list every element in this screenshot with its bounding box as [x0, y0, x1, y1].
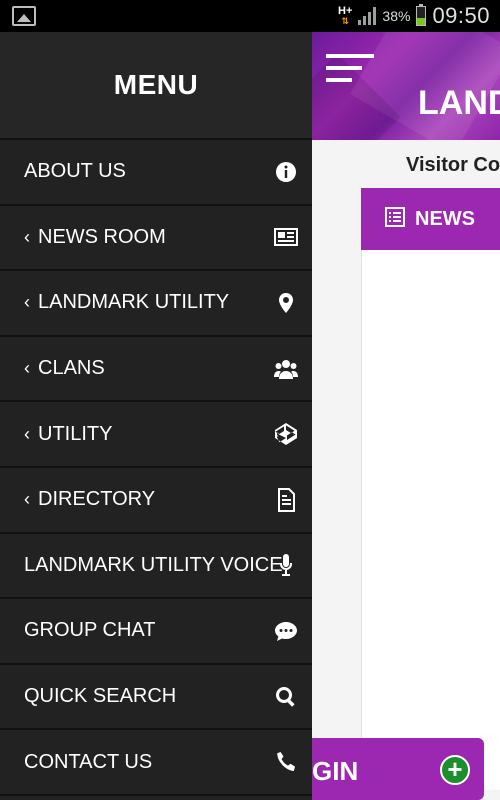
map-marker-icon [274, 291, 298, 315]
menu-item-label: CONTACT US [24, 750, 153, 773]
network-type-indicator: H+ ⇅ [338, 6, 352, 27]
chevron-left-icon: ‹ [24, 489, 30, 510]
status-bar: H+ ⇅ 38% 09:50 [0, 0, 500, 32]
menu-item-news-room[interactable]: ‹ NEWS ROOM [0, 206, 312, 272]
menu-item-about-us[interactable]: ABOUT US [0, 140, 312, 206]
status-bar-right: H+ ⇅ 38% 09:50 [338, 0, 490, 32]
signal-strength-icon [358, 7, 377, 25]
microphone-icon [274, 553, 298, 577]
menu-item-label: DIRECTORY [38, 488, 156, 511]
menu-item-label: NEWS ROOM [38, 225, 166, 248]
battery-icon [416, 4, 427, 26]
menu-item-landmark-utility-voice[interactable]: LANDMARK UTILITY VOICE [0, 534, 312, 600]
login-button[interactable]: GIN + [312, 738, 484, 800]
menu-list: ABOUT US ‹ NEWS ROOM ‹ LANDMARK UTILITY ‹ CLAN… [0, 140, 312, 796]
menu-item-label: UTILITY [38, 422, 113, 445]
app-header: LAND [312, 32, 500, 140]
phone-icon [274, 750, 298, 774]
gallery-notification-icon [12, 6, 36, 26]
chevron-left-icon: ‹ [24, 423, 30, 444]
drawer-title: MENU [113, 69, 199, 100]
chevron-left-icon: ‹ [24, 292, 30, 313]
menu-item-label: GROUP CHAT [24, 619, 156, 642]
search-icon [274, 685, 298, 709]
news-tab-label: NEWS [415, 207, 475, 230]
login-button-label: GIN [312, 756, 359, 786]
navigation-drawer: MENU ABOUT US ‹ NEWS ROOM ‹ LANDMARK UTILITY… [0, 32, 312, 800]
menu-item-group-chat[interactable]: GROUP CHAT [0, 599, 312, 665]
chevron-left-icon: ‹ [24, 226, 30, 247]
data-transfer-icon: ⇅ [341, 16, 349, 26]
visitor-count-label: Visitor Co [406, 154, 500, 176]
menu-item-directory[interactable]: ‹ DIRECTORY [0, 468, 312, 534]
hamburger-menu-icon[interactable] [326, 54, 374, 86]
menu-item-label: LANDMARK UTILITY [38, 291, 230, 314]
menu-item-utility[interactable]: ‹ UTILITY [0, 402, 312, 468]
menu-item-landmark-utility[interactable]: ‹ LANDMARK UTILITY [0, 271, 312, 337]
menu-item-contact-us[interactable]: CONTACT US [0, 730, 312, 796]
news-tab[interactable]: NEWS [361, 188, 500, 250]
codepen-icon [274, 422, 298, 446]
app-background: LAND Visitor Co NEWS GIN + [312, 32, 500, 800]
news-list-icon [385, 206, 405, 232]
menu-item-label: QUICK SEARCH [24, 685, 177, 708]
news-panel [361, 250, 500, 790]
clock: 09:50 [432, 3, 490, 28]
chevron-left-icon: ‹ [24, 358, 30, 379]
app-title: LAND [418, 84, 500, 122]
chat-icon [274, 619, 298, 643]
menu-item-quick-search[interactable]: QUICK SEARCH [0, 665, 312, 731]
menu-item-label: CLANS [38, 357, 105, 380]
menu-item-label: LANDMARK UTILITY VOICE [24, 553, 283, 576]
battery-percent: 38% [382, 8, 411, 24]
document-icon [274, 487, 298, 512]
newspaper-icon [274, 225, 298, 249]
menu-item-label: ABOUT US [24, 160, 126, 183]
menu-item-clans[interactable]: ‹ CLANS [0, 337, 312, 403]
plus-icon: + [440, 755, 470, 785]
drawer-header: MENU [0, 32, 312, 140]
users-icon [274, 357, 298, 381]
info-icon [274, 160, 298, 184]
